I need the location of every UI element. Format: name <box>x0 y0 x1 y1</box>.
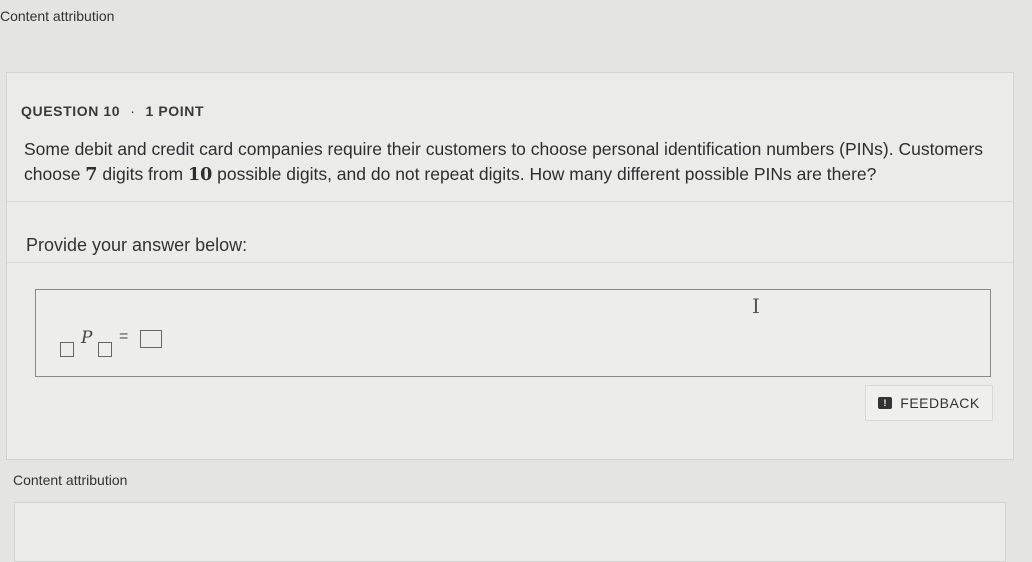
n-input-slot[interactable] <box>60 342 74 357</box>
question-header: QUESTION 10 · 1 POINT <box>21 103 204 119</box>
feedback-button[interactable]: ! FEEDBACK <box>865 385 993 421</box>
divider <box>7 262 1013 263</box>
result-input-slot[interactable] <box>140 330 162 348</box>
permutation-symbol: P <box>81 328 93 348</box>
content-attribution-top[interactable]: Content attribution <box>0 8 114 24</box>
question-card: QUESTION 10 · 1 POINT Some debit and credi… <box>6 72 1014 460</box>
permutation-expression: P = <box>60 328 180 358</box>
question-number: QUESTION 10 <box>21 103 121 119</box>
text-cursor-icon: I <box>752 294 760 318</box>
question-points: 1 POINT <box>145 103 205 119</box>
header-separator: · <box>130 103 136 119</box>
digits-available: 10 <box>187 165 213 185</box>
content-attribution-bottom[interactable]: Content attribution <box>13 472 127 488</box>
divider <box>7 201 1013 202</box>
feedback-label: FEEDBACK <box>900 395 980 411</box>
answer-input-box[interactable]: I P = <box>35 289 991 377</box>
digits-chosen: 7 <box>85 165 98 185</box>
feedback-icon: ! <box>878 397 893 409</box>
r-input-slot[interactable] <box>98 342 112 357</box>
question-text: Some debit and credit card companies req… <box>24 139 984 185</box>
equals-sign: = <box>119 328 129 345</box>
next-question-card <box>14 502 1006 562</box>
answer-prompt: Provide your answer below: <box>26 235 248 255</box>
